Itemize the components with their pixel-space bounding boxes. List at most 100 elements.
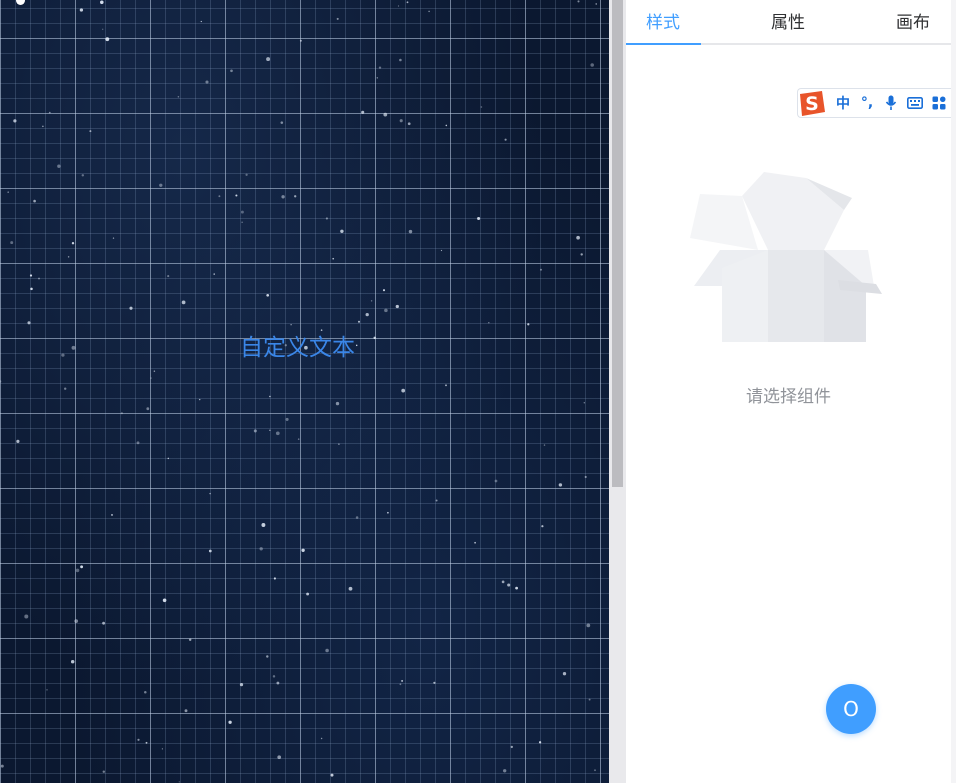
star (501, 580, 505, 584)
star (208, 549, 212, 553)
star (294, 195, 297, 198)
star (230, 69, 233, 73)
star (433, 681, 436, 684)
tab-canvas[interactable]: 画布 (896, 8, 930, 33)
star (102, 770, 106, 773)
star (336, 17, 339, 20)
star (71, 345, 76, 350)
star (0, 380, 2, 383)
ime-toolbar[interactable]: S 中 °, (797, 88, 951, 118)
punctuation-toggle[interactable]: °, (858, 95, 876, 111)
star (261, 523, 266, 527)
design-canvas[interactable]: 自定义文本 (0, 0, 609, 783)
star (494, 479, 498, 483)
star (577, 0, 580, 3)
star (241, 221, 243, 223)
star (266, 293, 270, 297)
star (161, 748, 164, 750)
star (576, 235, 580, 240)
chinese-mode-toggle[interactable]: 中 (834, 93, 852, 113)
star (275, 431, 280, 436)
star (144, 691, 147, 694)
properties-panel: 样式 属性 画布 S 中 °, 请选择组件 O (626, 0, 951, 783)
star (474, 541, 476, 544)
sogou-logo-icon[interactable]: S (796, 88, 828, 118)
star (218, 195, 221, 198)
star (136, 441, 140, 445)
star (397, 5, 400, 7)
panel-edge (951, 0, 956, 783)
grid-menu-icon[interactable] (930, 96, 948, 110)
star (320, 737, 323, 740)
canvas-scrollbar[interactable] (609, 0, 626, 783)
star (580, 253, 583, 256)
star (504, 138, 507, 141)
canvas-scrollbar-thumb[interactable] (612, 0, 623, 487)
star (42, 125, 44, 128)
star (507, 583, 511, 587)
star (112, 237, 115, 239)
star (541, 525, 544, 528)
star (280, 121, 284, 124)
star (299, 39, 302, 42)
star (285, 417, 289, 421)
star (395, 304, 399, 309)
star (510, 745, 513, 749)
star (440, 249, 443, 252)
star (543, 444, 546, 446)
star (445, 124, 448, 127)
star (583, 402, 585, 404)
app-root: 自定义文本 样式 属性 画布 S 中 °, 请选择组件 O (0, 0, 956, 783)
star (61, 353, 65, 357)
star (406, 1, 409, 4)
star (266, 57, 271, 62)
tab-style[interactable]: 样式 (646, 8, 680, 33)
star (365, 312, 369, 317)
star (205, 80, 209, 84)
star (145, 741, 148, 744)
star (75, 568, 80, 573)
microphone-icon[interactable] (882, 95, 900, 111)
star (167, 275, 170, 278)
star (13, 119, 17, 123)
star (301, 548, 305, 552)
star (399, 119, 403, 123)
star (297, 438, 300, 440)
sogou-logo-letter: S (805, 93, 819, 115)
star (382, 289, 386, 292)
star (290, 324, 292, 326)
star (358, 320, 360, 323)
star (595, 3, 597, 5)
star (281, 195, 285, 199)
star (435, 499, 438, 502)
star (407, 122, 411, 126)
star (48, 111, 51, 114)
star (184, 709, 188, 713)
star (325, 217, 328, 220)
empty-box-icon (688, 168, 888, 348)
star (428, 10, 430, 13)
star (64, 387, 67, 390)
star (590, 63, 594, 67)
star (335, 401, 340, 406)
star (167, 457, 170, 460)
star (30, 287, 33, 291)
star (515, 586, 518, 590)
empty-state-text: 请选择组件 (746, 387, 831, 407)
keyboard-icon[interactable] (906, 97, 924, 109)
star (330, 773, 334, 777)
star (7, 191, 9, 193)
star (588, 698, 591, 701)
star (162, 598, 167, 603)
star (562, 672, 567, 676)
tab-attributes[interactable]: 属性 (771, 8, 805, 33)
star (584, 475, 587, 479)
star (100, 0, 104, 5)
star (111, 513, 113, 516)
star (198, 398, 201, 401)
star (348, 586, 353, 591)
custom-text-component[interactable]: 自定义文本 (240, 328, 355, 362)
star (159, 183, 163, 187)
floating-action-button[interactable]: O (826, 684, 876, 734)
star (477, 216, 481, 221)
